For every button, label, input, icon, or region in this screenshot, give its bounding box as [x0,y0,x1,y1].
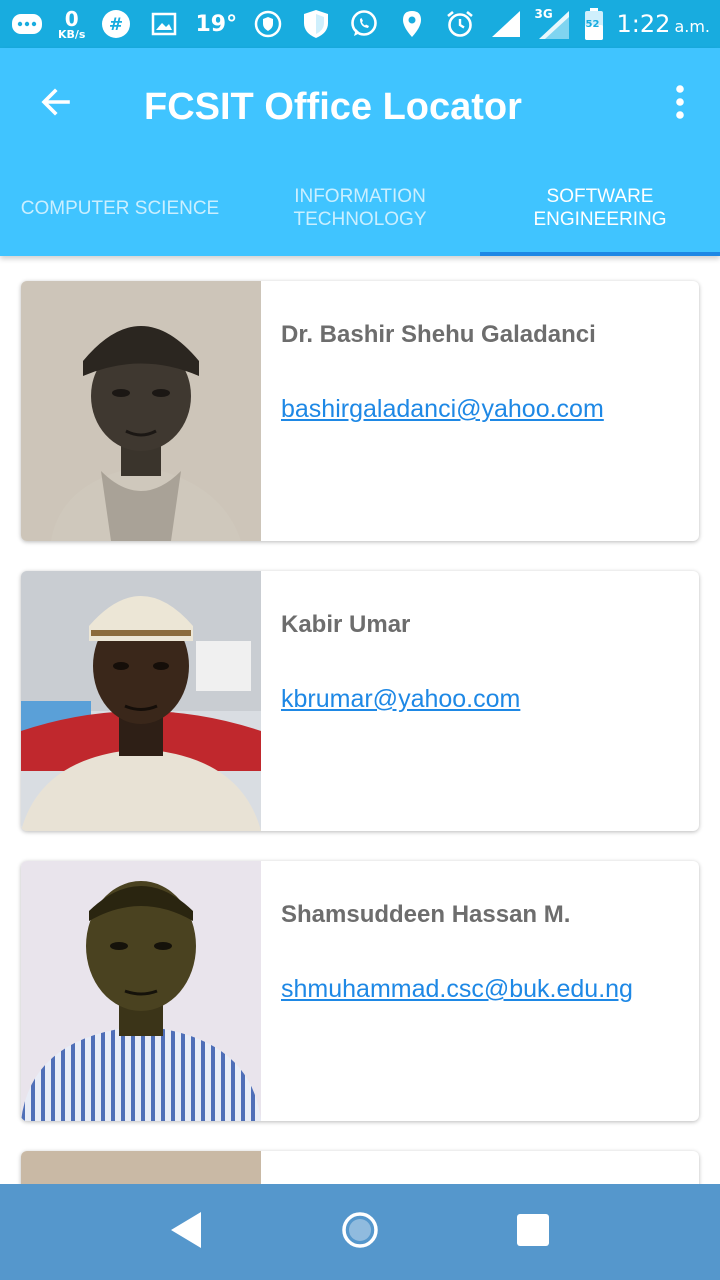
network-speed: 0 KB/s [58,9,85,40]
tab-label: COMPUTER SCIENCE [20,197,220,219]
shield-badge-icon [251,7,285,41]
gallery-icon [147,7,181,41]
staff-photo [21,571,261,831]
toolbar: FCSIT Office Locator [0,48,720,160]
staff-name: Dr. Bashir Shehu Galadanci [281,321,596,348]
chat-notification-icon [10,7,44,41]
staff-list[interactable]: Dr. Bashir Shehu Galadanci bashirgaladan… [0,256,720,1184]
whatsapp-icon [347,7,381,41]
clock-time: 1:22 [616,10,671,38]
staff-email-link[interactable]: kbrumar@yahoo.com [281,685,520,714]
app-title: FCSIT Office Locator [144,86,522,128]
triangle-back-icon [167,1210,207,1255]
staff-photo [21,281,261,541]
svg-text:#: # [109,15,123,35]
battery-icon: 52 [583,7,605,41]
navigation-bar [0,1184,720,1280]
tab-label: INFORMATION TECHNOLOGY [293,186,427,230]
overflow-menu-button[interactable] [660,78,700,130]
tab-software-engineering[interactable]: SOFTWARE ENGINEERING [480,160,720,256]
staff-info: Dr. Bashir Shehu Galadanci bashirgaladan… [261,281,604,541]
square-recents-icon [515,1212,551,1253]
signal-3g-icon: 3G [535,7,571,41]
clock-ampm: a.m. [674,17,710,36]
staff-photo [21,861,261,1121]
department-tabs: COMPUTER SCIENCE INFORMATION TECHNOLOGY … [0,160,720,256]
staff-card[interactable]: Shamsuddeen Hassan M. shmuhammad.csc@buk… [21,861,699,1121]
location-pin-icon [395,7,429,41]
staff-card[interactable]: Dr. Bashir Shehu Galadanci bashirgaladan… [21,281,699,541]
staff-info: Shamsuddeen Hassan M. shmuhammad.csc@buk… [261,861,633,1121]
nav-back-button[interactable] [157,1202,217,1262]
shield-icon [299,7,333,41]
status-bar: 0 KB/s # 19° 3G 52 1:22 a.m. [0,0,720,48]
battery-level: 52 [585,19,600,30]
tab-label: SOFTWARE ENGINEERING [533,186,667,230]
alarm-icon [443,7,477,41]
app-bar: FCSIT Office Locator COMPUTER SCIENCE IN… [0,48,720,256]
staff-card[interactable]: Kabir Umar kbrumar@yahoo.com [21,571,699,831]
clock: 1:22 a.m. [617,10,710,38]
staff-email-link[interactable]: bashirgaladanci@yahoo.com [281,395,604,424]
staff-email-link[interactable]: shmuhammad.csc@buk.edu.ng [281,975,633,1004]
temperature: 19° [195,11,238,37]
circle-home-icon [340,1210,380,1255]
tab-computer-science[interactable]: COMPUTER SCIENCE [0,160,240,256]
more-vert-icon [674,84,686,125]
nav-recents-button[interactable] [503,1202,563,1262]
speed-value: 0 [64,6,79,31]
staff-name: Shamsuddeen Hassan M. [281,901,571,928]
speed-unit: KB/s [58,27,86,41]
staff-card-partial[interactable] [21,1151,699,1184]
nav-home-button[interactable] [330,1202,390,1262]
back-button[interactable] [0,48,112,160]
staff-name: Kabir Umar [281,611,411,638]
staff-info: Kabir Umar kbrumar@yahoo.com [261,571,520,831]
tab-information-technology[interactable]: INFORMATION TECHNOLOGY [240,160,480,256]
staff-photo [21,1151,261,1184]
signal-icon [489,7,523,41]
hashtag-app-icon: # [99,7,133,41]
arrow-back-icon [38,84,74,125]
